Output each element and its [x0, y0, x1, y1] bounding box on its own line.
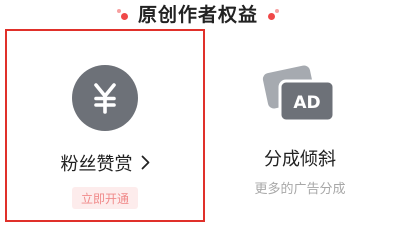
benefit-label-text: 分成倾斜 — [264, 149, 336, 170]
benefit-card-revenue-share[interactable]: AD 分成倾斜 更多的广告分成 — [200, 29, 396, 222]
decor-dots-left-icon — [116, 9, 130, 21]
benefit-label: 粉丝赞赏 — [61, 155, 150, 174]
section-header: 原创作者权益 — [0, 0, 396, 30]
ad-text: AD — [293, 93, 320, 113]
section-title: 原创作者权益 — [137, 3, 258, 26]
benefit-label: 分成倾斜 — [264, 151, 336, 169]
decor-dots-right-icon — [266, 9, 280, 21]
benefit-card-fan-reward[interactable]: 粉丝赞赏 立即开通 — [5, 29, 205, 222]
activate-now-button[interactable]: 立即开通 — [71, 187, 138, 209]
yen-coin-icon — [72, 65, 138, 131]
chevron-right-icon — [141, 155, 150, 174]
creator-benefits-page: 原创作者权益 粉丝赞赏 立即开通 AD 分成倾斜 更多的广告分成 — [0, 0, 396, 247]
benefit-label-text: 粉丝赞赏 — [60, 153, 133, 175]
ad-cards-icon: AD — [260, 65, 340, 129]
benefit-subtitle: 更多的广告分成 — [254, 182, 346, 197]
